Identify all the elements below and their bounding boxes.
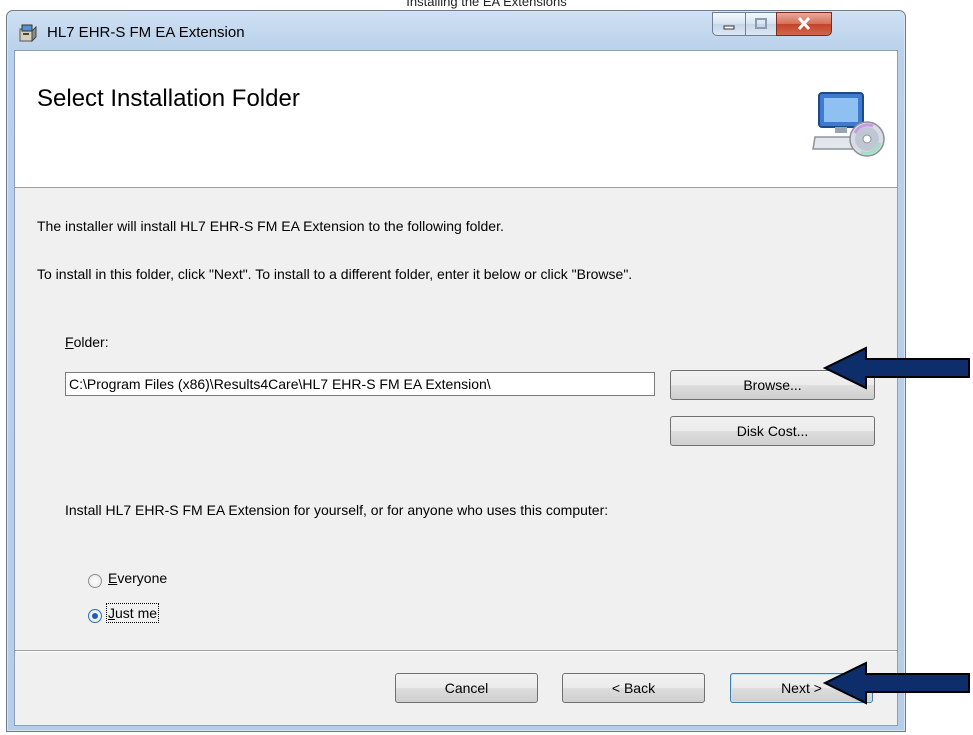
folder-label: Folder: [65,334,109,350]
browse-callout-arrow-icon [822,346,970,390]
maximize-icon [755,18,767,29]
header-banner: Select Installation Folder [15,51,897,188]
just-me-mnemonic: J [108,605,115,621]
instructions-text: To install in this folder, click "Next".… [37,266,633,282]
installer-app-icon [19,24,37,43]
back-button[interactable]: < Back [562,673,705,703]
maximize-button[interactable] [745,12,777,36]
dialog-client-area: Select Installation Folder The installer… [14,50,898,726]
close-icon [797,16,811,31]
cancel-button[interactable]: Cancel [395,673,538,703]
computer-cd-icon [812,92,885,157]
everyone-label-rest: veryone [117,570,168,586]
install-for-text: Install HL7 EHR-S FM EA Extension for yo… [65,502,609,518]
next-callout-arrow-icon [822,661,970,705]
radio-just-me[interactable] [88,609,102,623]
folder-label-mnemonic: F [65,334,74,350]
folder-path-input[interactable] [65,372,655,396]
disk-cost-button[interactable]: Disk Cost... [670,416,875,446]
radio-just-me-label[interactable]: Just me [105,603,160,623]
window-title: HL7 EHR-S FM EA Extension [47,24,245,41]
radio-selected-dot [92,613,98,619]
everyone-mnemonic: E [108,570,118,586]
just-me-label-rest: ust me [115,605,158,621]
close-button[interactable] [776,12,832,36]
install-info-text: The installer will install HL7 EHR-S FM … [37,218,504,234]
radio-everyone[interactable] [88,574,102,588]
folder-label-rest: older: [73,334,109,350]
minimize-icon [723,25,735,30]
minimize-button[interactable] [712,12,746,36]
installer-window: HL7 EHR-S FM EA Extension Select Install… [6,10,906,732]
page-heading: Select Installation Folder [37,85,300,112]
title-bar[interactable]: HL7 EHR-S FM EA Extension [7,11,905,51]
radio-everyone-label[interactable]: Everyone [108,570,167,586]
footer-separator [15,650,897,652]
page-caption: Installing the EA Extensions [406,0,567,9]
